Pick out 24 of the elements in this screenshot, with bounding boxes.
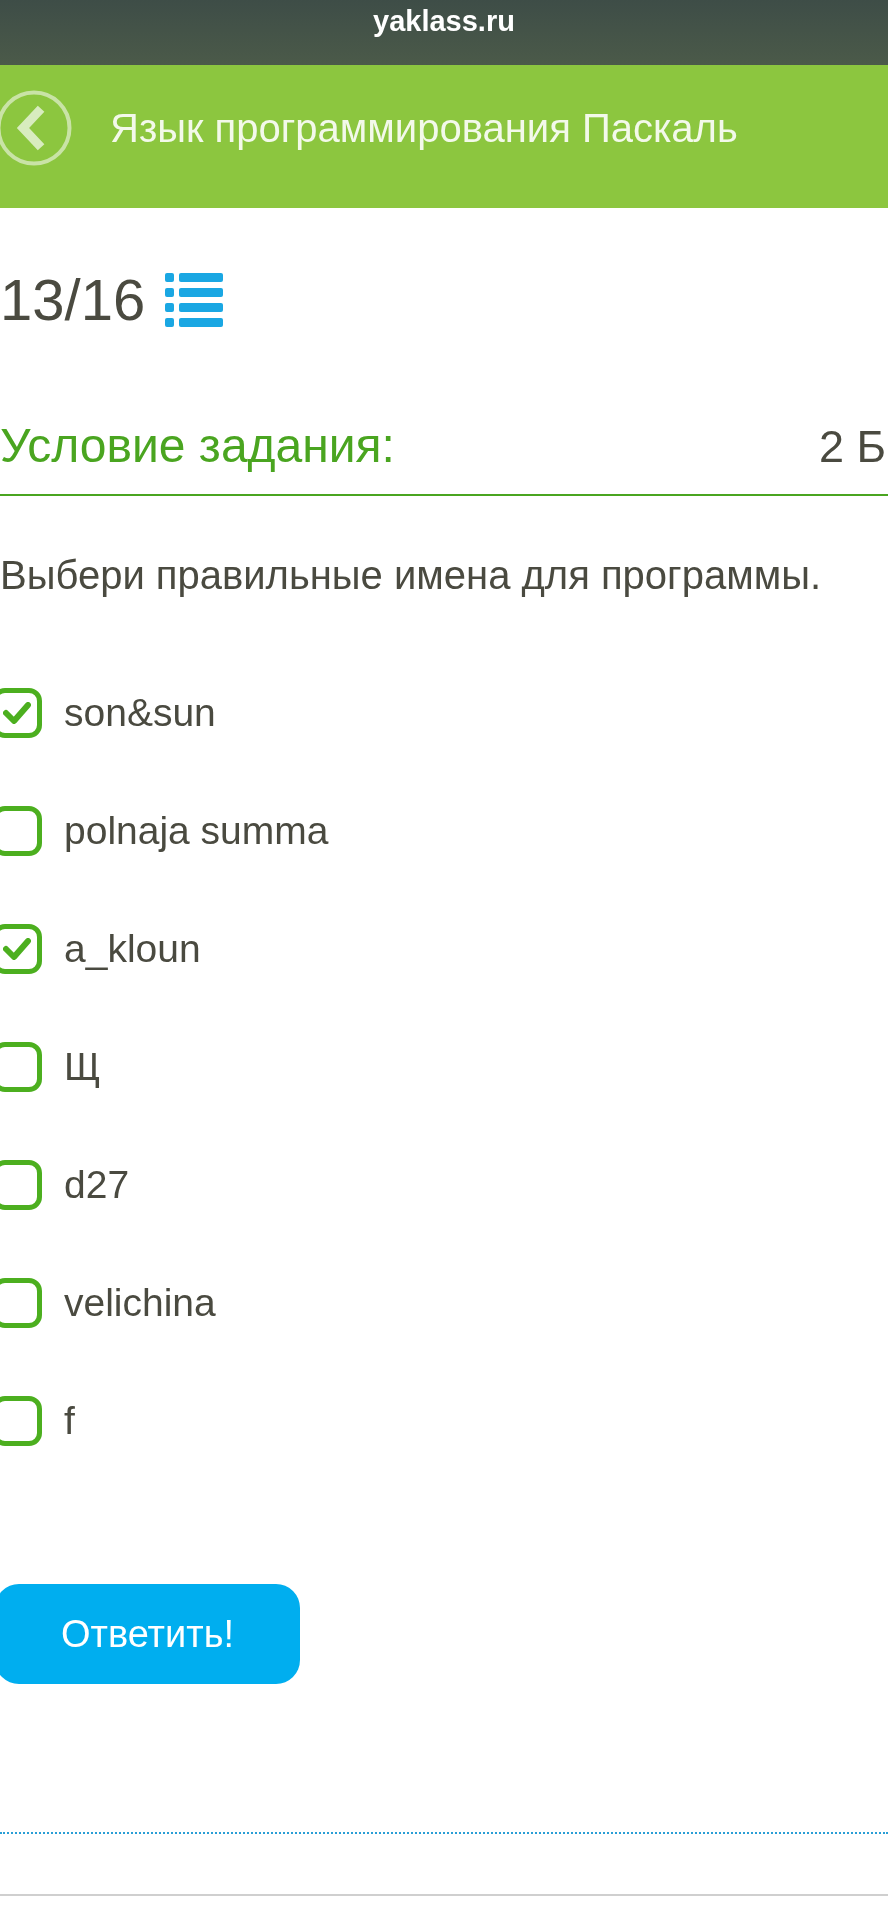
- option-label[interactable]: a_kloun: [64, 926, 201, 972]
- checkmark-icon: [3, 702, 31, 724]
- checkbox[interactable]: [0, 1042, 42, 1092]
- checkmark-icon: [3, 938, 31, 960]
- url-text[interactable]: yaklass.ru: [373, 4, 515, 38]
- option-label[interactable]: f: [64, 1398, 75, 1444]
- back-icon[interactable]: [0, 89, 72, 166]
- option-label[interactable]: velichina: [64, 1280, 216, 1326]
- list-icon[interactable]: [165, 273, 224, 327]
- checkbox[interactable]: [0, 1396, 42, 1446]
- option-label[interactable]: d27: [64, 1162, 130, 1208]
- option-label[interactable]: polnaja summa: [64, 808, 329, 854]
- checkbox[interactable]: [0, 924, 42, 974]
- task-prompt: Выбери правильные имена для программы.: [0, 552, 822, 599]
- checkbox[interactable]: [0, 1278, 42, 1328]
- checkbox[interactable]: [0, 1160, 42, 1210]
- task-heading: Условие задания:: [0, 418, 395, 474]
- question-counter: 13/16: [0, 267, 146, 333]
- option-label[interactable]: Щ: [64, 1044, 101, 1090]
- page-title: Язык программирования Паскаль: [110, 104, 738, 152]
- option-label[interactable]: son&sun: [64, 690, 216, 736]
- checkbox[interactable]: [0, 688, 42, 738]
- checkbox[interactable]: [0, 806, 42, 856]
- points-text: 2 Б: [818, 420, 886, 474]
